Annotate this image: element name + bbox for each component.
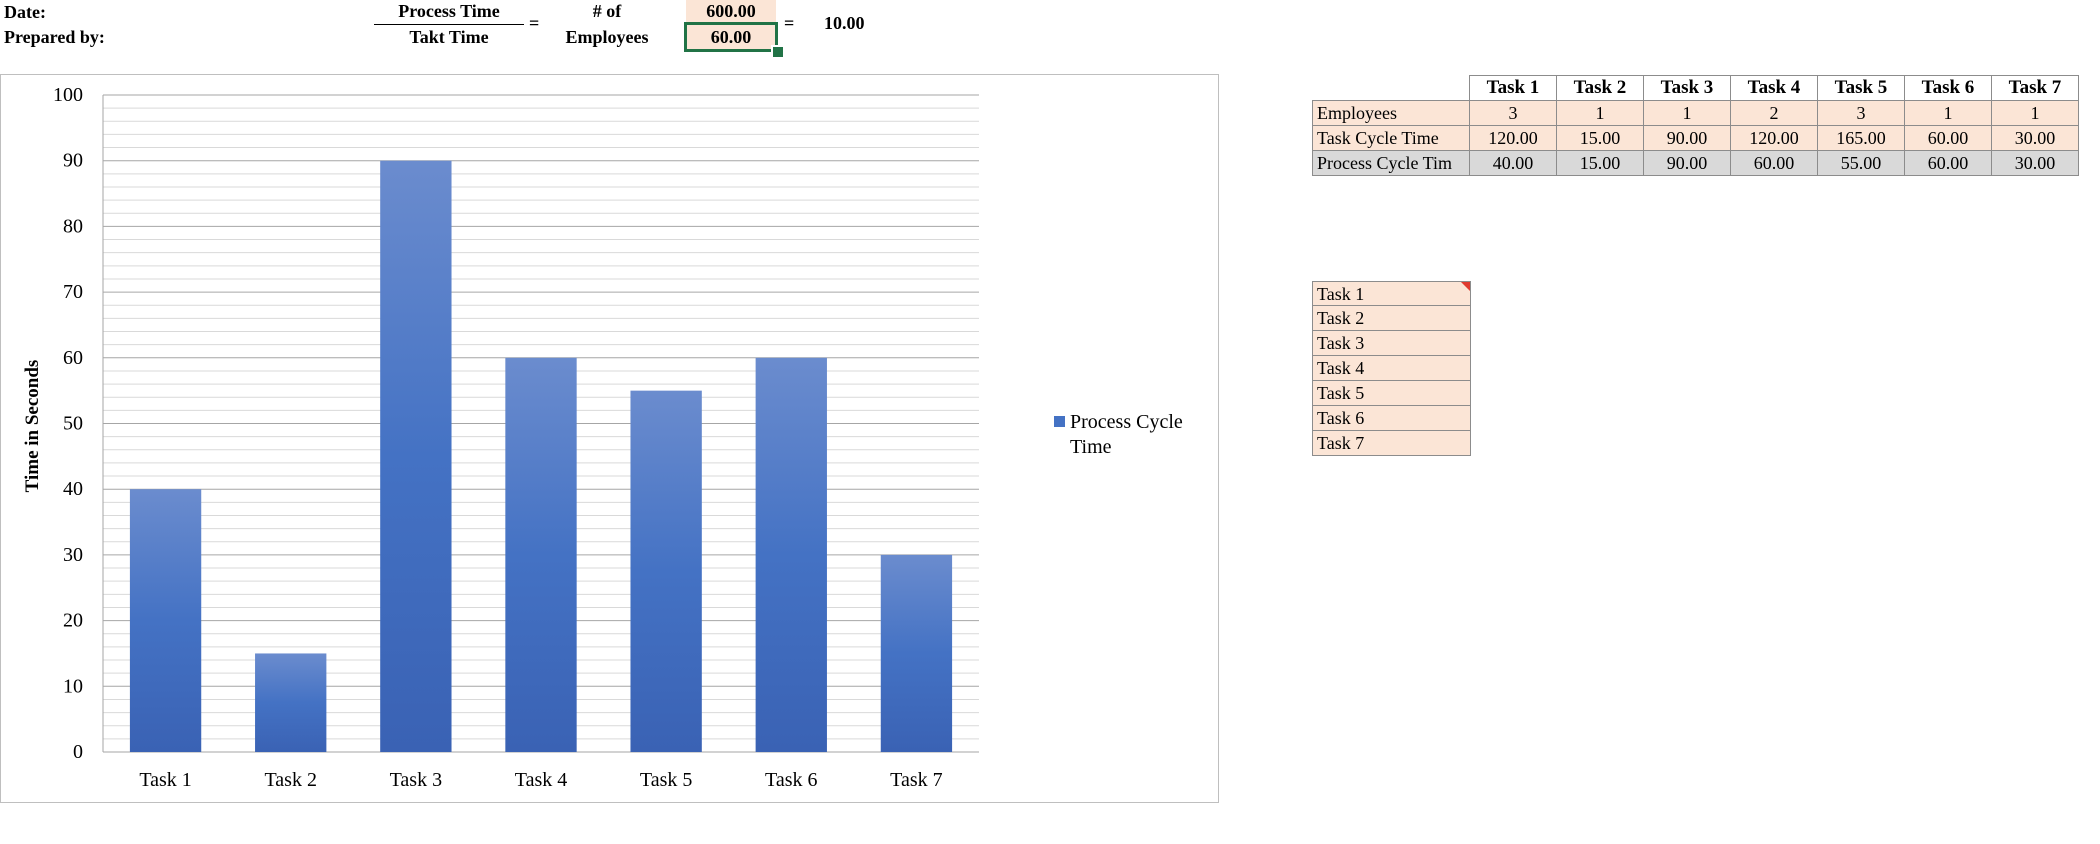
y-tick-label: 100 [53, 84, 83, 106]
fraction-line [374, 24, 524, 25]
prepared-by-label: Prepared by: [4, 27, 105, 47]
legend-swatch [1054, 416, 1065, 427]
task-list-item[interactable]: Task 6 [1312, 406, 1471, 431]
takt-time-label: Takt Time [409, 27, 489, 47]
task-list-item[interactable]: Task 5 [1312, 381, 1471, 406]
comment-indicator-icon[interactable] [1461, 282, 1470, 291]
row-label[interactable]: Task Cycle Time [1312, 125, 1470, 151]
table-cell[interactable]: 120.00 [1469, 125, 1557, 151]
table-cell[interactable]: 1 [1556, 100, 1644, 126]
row-label[interactable]: Process Cycle Tim [1312, 150, 1470, 176]
column-header[interactable]: Task 1 [1469, 75, 1557, 101]
y-tick-label: 40 [63, 478, 83, 500]
table-cell[interactable]: 1 [1904, 100, 1992, 126]
table-cell[interactable]: 60.00 [1730, 150, 1818, 176]
x-tick-label: Task 5 [640, 769, 692, 791]
employees-label: Employees [565, 27, 649, 47]
legend-label: Process Cycle [1070, 411, 1183, 433]
bar-task-3[interactable] [380, 160, 452, 752]
row-label[interactable]: Employees [1312, 100, 1470, 126]
num-of-label: # of [592, 1, 622, 21]
table-cell[interactable]: 165.00 [1817, 125, 1905, 151]
y-tick-label: 0 [73, 741, 83, 763]
takt-time-cell[interactable]: 60.00 [684, 22, 778, 52]
column-header[interactable]: Task 6 [1904, 75, 1992, 101]
table-cell[interactable]: 60.00 [1904, 125, 1992, 151]
task-list-item[interactable]: Task 4 [1312, 356, 1471, 381]
x-tick-label: Task 4 [515, 769, 567, 791]
table-cell[interactable]: 3 [1817, 100, 1905, 126]
table-cell[interactable]: 120.00 [1730, 125, 1818, 151]
date-label: Date: [4, 2, 46, 22]
table-row: Process Cycle Tim 40.00 15.00 90.00 60.00 55.… [1312, 150, 2079, 176]
fill-handle[interactable] [771, 45, 785, 59]
table-cell[interactable]: 90.00 [1643, 125, 1731, 151]
y-tick-label: 80 [63, 215, 83, 237]
result-value[interactable]: 10.00 [824, 13, 865, 34]
table-row: Employees 3 1 1 2 3 1 1 [1312, 100, 2079, 126]
y-tick-label: 60 [63, 347, 83, 369]
bar-task-6[interactable] [755, 357, 827, 752]
y-tick-label: 70 [63, 281, 83, 303]
table-cell[interactable]: 1 [1991, 100, 2079, 126]
bar-task-1[interactable] [129, 489, 202, 752]
task-data-table: Task 1 Task 2 Task 3 Task 4 Task 5 Task 6 Task… [1312, 75, 2079, 176]
table-cell[interactable]: 60.00 [1904, 150, 1992, 176]
table-cell[interactable]: 15.00 [1556, 150, 1644, 176]
x-tick-label: Task 1 [139, 769, 191, 791]
table-cell[interactable]: 30.00 [1991, 125, 2079, 151]
table-cell[interactable]: 40.00 [1469, 150, 1557, 176]
y-tick-label: 50 [63, 413, 83, 435]
column-header[interactable]: Task 3 [1643, 75, 1731, 101]
table-cell[interactable]: 2 [1730, 100, 1818, 126]
task-list-item[interactable]: Task 1 [1312, 281, 1471, 306]
process-cycle-chart[interactable]: 0 10 20 30 40 50 60 70 80 90 100 Task 1 Task 2 Task 3… [0, 74, 1219, 803]
x-tick-label: Task 7 [890, 769, 942, 791]
column-header[interactable]: Task 7 [1991, 75, 2079, 101]
legend: Process Cycle Time [1054, 411, 1183, 458]
process-time-label: Process Time [398, 1, 500, 21]
task-list-item[interactable]: Task 2 [1312, 306, 1471, 331]
table-cell[interactable]: 1 [1643, 100, 1731, 126]
y-tick-label: 90 [63, 150, 83, 172]
bar-task-7[interactable] [880, 554, 953, 752]
y-tick-label: 20 [63, 610, 83, 632]
equals-sign-1: = [529, 13, 540, 33]
table-cell[interactable]: 90.00 [1643, 150, 1731, 176]
bar-task-4[interactable] [505, 357, 577, 752]
table-cell[interactable]: 3 [1469, 100, 1557, 126]
legend-label-cont: Time [1070, 436, 1112, 458]
y-axis-title: Time in Seconds [22, 360, 43, 493]
bar-task-2[interactable] [255, 653, 327, 752]
x-tick-label: Task 2 [264, 769, 316, 791]
task-list: Task 1 Task 2 Task 3 Task 4 Task 5 Task 6 Task… [1312, 281, 1471, 456]
y-tick-label: 10 [63, 675, 83, 697]
task-list-item[interactable]: Task 3 [1312, 331, 1471, 356]
column-header[interactable]: Task 5 [1817, 75, 1905, 101]
table-row: Task Cycle Time 120.00 15.00 90.00 120.00 165… [1312, 125, 2079, 151]
bar-task-5[interactable] [630, 390, 702, 752]
equals-sign-2: = [784, 13, 795, 33]
column-header[interactable]: Task 2 [1556, 75, 1644, 101]
y-tick-label: 30 [63, 544, 83, 566]
column-header[interactable]: Task 4 [1730, 75, 1818, 101]
table-cell[interactable]: 55.00 [1817, 150, 1905, 176]
table-corner [1313, 76, 1470, 101]
x-tick-label: Task 6 [765, 769, 817, 791]
task-list-item[interactable]: Task 7 [1312, 431, 1471, 456]
process-time-cell[interactable]: 600.00 [686, 0, 776, 22]
table-cell[interactable]: 15.00 [1556, 125, 1644, 151]
table-header-row: Task 1 Task 2 Task 3 Task 4 Task 5 Task 6 Task… [1313, 75, 2079, 101]
table-cell[interactable]: 30.00 [1991, 150, 2079, 176]
x-tick-label: Task 3 [390, 769, 442, 791]
